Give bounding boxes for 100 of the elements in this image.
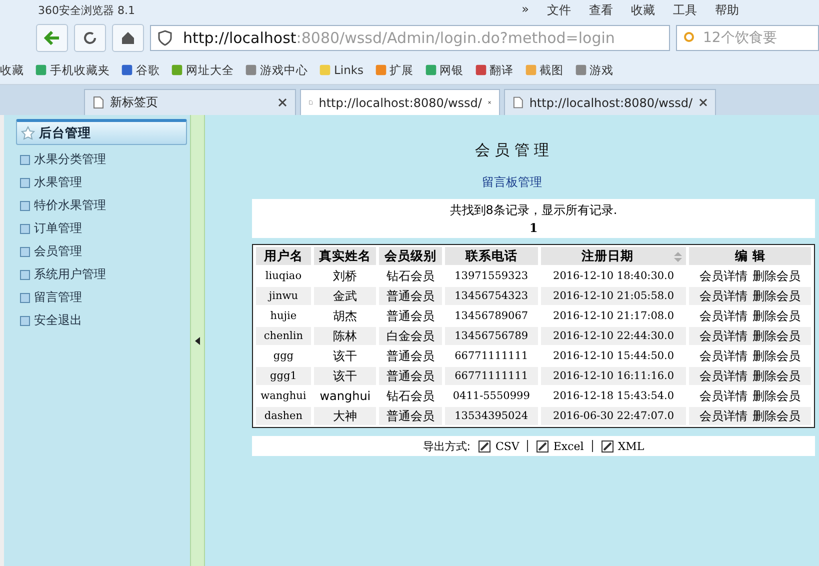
- table-cell: 金武: [314, 287, 376, 305]
- bookmark-link[interactable]: 网银: [424, 62, 464, 78]
- table-cell: ggg1: [256, 367, 311, 385]
- table-cell: 普通会员: [379, 287, 442, 305]
- home-icon: [120, 30, 136, 46]
- record-summary: 共找到8条记录，显示所有记录.: [450, 202, 618, 219]
- table-cell: 陈林: [314, 327, 376, 345]
- table-cell: 13456756789: [445, 327, 538, 345]
- column-header: 真实姓名: [314, 247, 376, 265]
- action-link[interactable]: 会员详情: [700, 308, 748, 322]
- column-header: 会员级别: [379, 247, 442, 265]
- bookmark-icon: [35, 64, 47, 76]
- table-cell: 该干: [314, 367, 376, 385]
- message-board-link[interactable]: 留言板管理: [482, 174, 542, 191]
- action-link[interactable]: 会员详情: [700, 268, 748, 282]
- star-icon: [21, 126, 35, 140]
- bookmark-icon: [319, 64, 331, 76]
- close-icon[interactable]: [278, 98, 287, 107]
- table-cell: 2016-06-30 22:47:07.0: [540, 407, 686, 425]
- action-link[interactable]: 删除会员: [752, 368, 801, 382]
- action-link[interactable]: 删除会员: [752, 348, 801, 362]
- table-cell: dashen: [256, 407, 311, 425]
- export-link[interactable]: XML: [600, 440, 644, 452]
- export-link[interactable]: Excel: [536, 440, 584, 452]
- menu-item[interactable]: 文件: [547, 2, 571, 18]
- home-button[interactable]: [112, 24, 144, 52]
- sidebar-item[interactable]: 会员管理: [16, 240, 190, 263]
- table-cell: chenlin: [256, 327, 311, 345]
- table-cell: 大神: [314, 407, 376, 425]
- action-link[interactable]: 会员详情: [700, 288, 748, 302]
- table-cell: 66771111111: [445, 367, 538, 385]
- bookmark-link[interactable]: 手机收藏夹: [35, 62, 110, 78]
- shield-icon: [157, 30, 173, 46]
- browser-tab[interactable]: http://localhost:8080/wssd/: [504, 89, 716, 115]
- sort-icon: [674, 252, 682, 262]
- sidebar-item[interactable]: 水果分类管理: [16, 148, 190, 171]
- export-link[interactable]: CSV: [478, 440, 520, 452]
- search-icon: [683, 31, 697, 45]
- menu-item[interactable]: »: [522, 2, 529, 18]
- action-link[interactable]: 会员详情: [700, 348, 748, 362]
- column-header: 联系电话: [445, 247, 538, 265]
- table-cell: 2016-12-10 21:05:58.0: [540, 287, 686, 305]
- bookmark-link[interactable]: 网址大全: [171, 62, 234, 78]
- menu-item[interactable]: 查看: [589, 2, 613, 18]
- action-link[interactable]: 删除会员: [752, 328, 801, 342]
- page-title: 会 员 管 理: [474, 141, 550, 160]
- bookmark-icon: [245, 64, 257, 76]
- sidebar-item[interactable]: 系统用户管理: [16, 263, 190, 286]
- action-link[interactable]: 删除会员: [752, 388, 801, 402]
- action-link[interactable]: 会员详情: [700, 408, 748, 422]
- bookmark-link[interactable]: 翻译: [474, 62, 514, 78]
- table-cell: 13534395024: [445, 407, 538, 425]
- bookmark-link[interactable]: 游戏中心: [245, 62, 308, 78]
- address-field[interactable]: http://localhost:8080/wssd/Admin/login.do?method=login: [150, 25, 670, 51]
- sidebar-item[interactable]: 特价水果管理: [16, 194, 190, 217]
- bookmark-link[interactable]: 扩展: [374, 62, 414, 78]
- column-header: 用户名: [256, 247, 311, 265]
- browser-tab[interactable]: 新标签页: [84, 89, 296, 115]
- browser-tab[interactable]: http://localhost:8080/wssd/: [300, 89, 500, 115]
- table-cell: 普通会员: [379, 407, 442, 425]
- bookmark-icon: [424, 64, 437, 76]
- page-icon: [513, 96, 524, 109]
- table-cell: 2016-12-10 16:11:16.0: [540, 367, 686, 385]
- sidebar-item[interactable]: 水果管理: [16, 171, 190, 194]
- action-link[interactable]: 删除会员: [752, 308, 801, 322]
- bookmark-icon: [524, 64, 537, 76]
- column-header[interactable]: 注册日期: [540, 247, 686, 265]
- back-arrow-icon: [44, 31, 60, 45]
- sidebar-item[interactable]: 订单管理: [16, 217, 190, 240]
- menu-item[interactable]: 收藏: [631, 2, 655, 18]
- collapse-arrow-icon[interactable]: [195, 336, 200, 344]
- table-cell: jinwu: [256, 287, 311, 305]
- refresh-button[interactable]: [74, 24, 106, 52]
- bookmark-icon: [171, 64, 183, 76]
- sidebar-item[interactable]: 安全退出: [16, 309, 190, 332]
- sidebar-item[interactable]: 留言管理: [16, 286, 190, 309]
- table-cell: 2016-12-10 22:44:30.0: [540, 327, 686, 345]
- menu-item[interactable]: 工具: [673, 2, 697, 18]
- close-icon[interactable]: [698, 98, 707, 107]
- bookmark-link[interactable]: 游戏: [574, 62, 614, 78]
- action-link[interactable]: 会员详情: [700, 368, 748, 382]
- table-cell: 白金会员: [379, 327, 442, 345]
- menu-item[interactable]: 帮助: [715, 2, 739, 18]
- bookmark-icon: [474, 64, 487, 76]
- action-link[interactable]: 删除会员: [752, 408, 801, 422]
- page-number[interactable]: 1: [529, 221, 538, 235]
- file-icon: [478, 440, 492, 452]
- bookmark-link[interactable]: Links: [319, 63, 364, 77]
- action-link[interactable]: 删除会员: [752, 288, 801, 302]
- bookmark-link[interactable]: 收藏: [0, 62, 24, 78]
- action-link[interactable]: 删除会员: [752, 268, 801, 282]
- file-icon: [536, 440, 550, 452]
- action-link[interactable]: 会员详情: [700, 328, 748, 342]
- table-cell: 普通会员: [379, 367, 442, 385]
- bookmark-link[interactable]: 谷歌: [121, 62, 160, 78]
- column-header: 编 辑: [689, 247, 811, 265]
- back-button[interactable]: [36, 24, 68, 52]
- export-label: 导出方式:: [422, 438, 470, 454]
- bookmark-link[interactable]: 截图: [524, 62, 564, 78]
- action-link[interactable]: 会员详情: [700, 388, 748, 402]
